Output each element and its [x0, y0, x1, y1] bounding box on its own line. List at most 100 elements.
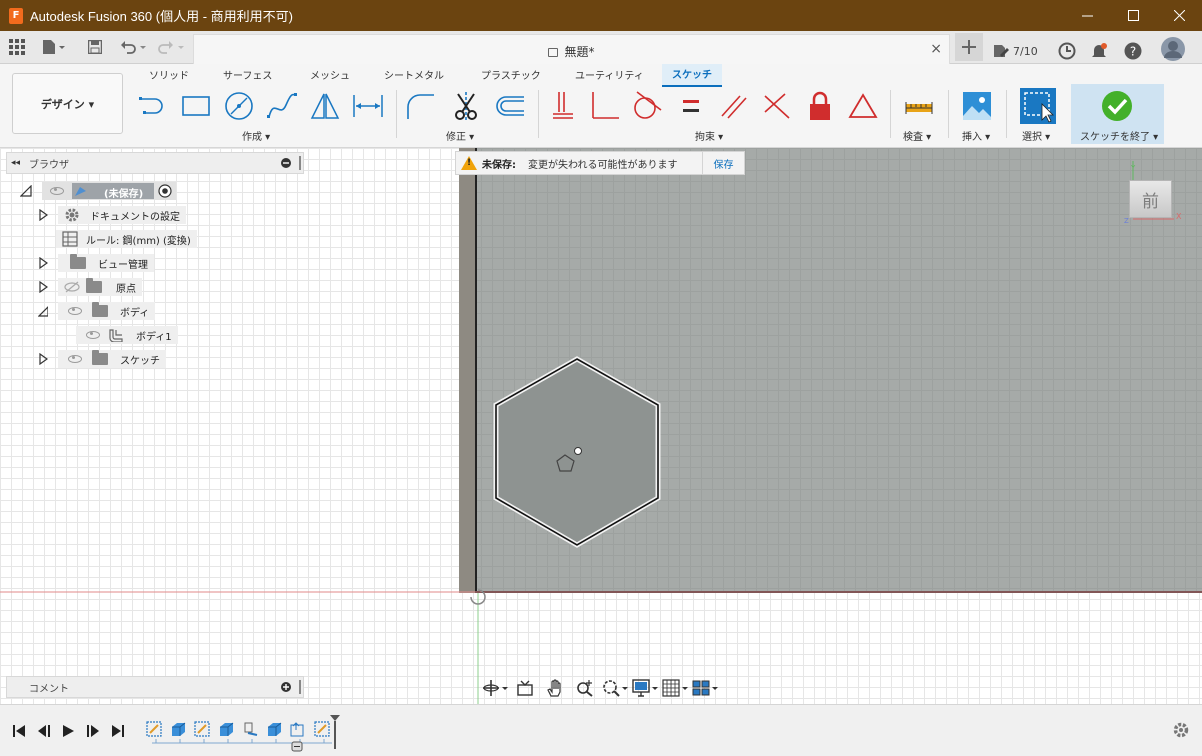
- timeline-extrude-feature-icon[interactable]: [266, 721, 282, 737]
- tangent-constraint-button[interactable]: [630, 90, 664, 122]
- tab-surface[interactable]: サーフェス: [223, 67, 272, 82]
- pan-button[interactable]: [540, 677, 570, 699]
- timeline-go-end-button[interactable]: [108, 721, 128, 741]
- tab-solid[interactable]: ソリッド: [149, 67, 189, 82]
- tree-origin[interactable]: 原点: [38, 277, 142, 297]
- save-button[interactable]: [88, 38, 102, 56]
- collapsed-triangle-icon[interactable]: [38, 257, 48, 269]
- timeline-settings-gear-icon[interactable]: [1172, 721, 1190, 739]
- measure-tool-button[interactable]: [902, 90, 936, 122]
- timeline-plane-feature-icon[interactable]: [242, 721, 258, 737]
- trim-tool-button[interactable]: [449, 90, 483, 122]
- select-tool-button[interactable]: [1019, 88, 1057, 124]
- dimension-tool-button[interactable]: [351, 90, 385, 122]
- expanded-triangle-icon[interactable]: [20, 185, 32, 197]
- modify-menu[interactable]: 修正 ▾: [446, 128, 474, 143]
- tree-document-settings[interactable]: ドキュメントの設定: [38, 205, 186, 225]
- equal-constraint-button[interactable]: [674, 90, 708, 122]
- timeline-sketch-feature-icon[interactable]: [146, 721, 162, 737]
- visibility-eye-icon[interactable]: [68, 307, 82, 315]
- timeline-sketch-feature-icon[interactable]: [194, 721, 210, 737]
- triangle-constraint-button[interactable]: [846, 90, 880, 122]
- collapsed-triangle-icon[interactable]: [38, 353, 48, 365]
- tree-named-views[interactable]: ビュー管理: [38, 253, 154, 273]
- timeline-step-back-button[interactable]: [34, 721, 54, 741]
- orbit-button[interactable]: [480, 677, 510, 699]
- timeline-step-forward-button[interactable]: [83, 721, 103, 741]
- insert-image-button[interactable]: [960, 90, 994, 122]
- timeline-play-button[interactable]: [58, 721, 78, 741]
- help-button[interactable]: ?: [1124, 37, 1142, 65]
- viewports-button[interactable]: [690, 677, 720, 699]
- comments-panel-header[interactable]: コメント: [6, 676, 304, 698]
- expanded-triangle-icon[interactable]: [38, 305, 48, 317]
- timeline-offset-plane-feature-icon[interactable]: [290, 721, 306, 737]
- tree-root[interactable]: (未保存): [20, 181, 176, 201]
- tree-bodies[interactable]: ボディ: [38, 301, 156, 321]
- parallel-constraint-button[interactable]: [717, 90, 751, 122]
- collapsed-triangle-icon[interactable]: [38, 281, 48, 293]
- comments-resize-handle[interactable]: [299, 680, 301, 694]
- visibility-eye-icon[interactable]: [68, 355, 82, 363]
- inspect-menu[interactable]: 検査 ▾: [903, 128, 931, 143]
- finish-sketch-button[interactable]: [1100, 90, 1134, 122]
- horizontal-vertical-constraint-button[interactable]: [546, 90, 580, 122]
- circle-tool-button[interactable]: [222, 90, 256, 122]
- undo-button[interactable]: [120, 38, 148, 56]
- hidden-eye-icon[interactable]: [64, 281, 80, 293]
- close-window-button[interactable]: [1156, 0, 1202, 31]
- display-settings-button[interactable]: [630, 677, 660, 699]
- activate-radio-icon[interactable]: [158, 184, 172, 198]
- file-menu-button[interactable]: [42, 38, 66, 56]
- zoom-button[interactable]: [570, 677, 600, 699]
- grid-snaps-button[interactable]: [660, 677, 690, 699]
- browser-minimize-icon[interactable]: [281, 158, 291, 168]
- finish-sketch-menu[interactable]: スケッチを終了 ▾: [1080, 128, 1158, 143]
- timeline-extrude-feature-icon[interactable]: [170, 721, 186, 737]
- data-panel-button[interactable]: [9, 38, 25, 56]
- fillet-tool-button[interactable]: [404, 90, 438, 122]
- redo-button[interactable]: [158, 38, 186, 56]
- collapsed-triangle-icon[interactable]: [38, 209, 48, 221]
- visibility-eye-icon[interactable]: [86, 331, 100, 339]
- timeline-extrude-feature-icon[interactable]: [218, 721, 234, 737]
- create-menu[interactable]: 作成 ▾: [242, 128, 270, 143]
- new-tab-button[interactable]: [955, 33, 983, 61]
- timeline-go-start-button[interactable]: [9, 721, 29, 741]
- add-comment-icon[interactable]: [281, 682, 291, 692]
- line-tool-button[interactable]: [136, 90, 170, 122]
- select-menu[interactable]: 選択 ▾: [1022, 128, 1050, 143]
- close-tab-button[interactable]: ×: [930, 41, 942, 57]
- history-button[interactable]: [1058, 37, 1076, 65]
- tree-units[interactable]: ルール: 鋼(mm) (変換): [56, 229, 197, 249]
- user-profile-button[interactable]: [1160, 35, 1186, 63]
- timeline-marker-icon[interactable]: [329, 715, 341, 749]
- notifications-button[interactable]: [1090, 37, 1108, 65]
- perpendicular-constraint-button[interactable]: [760, 90, 794, 122]
- tree-body1[interactable]: ボディ1: [76, 325, 178, 345]
- visibility-eye-icon[interactable]: [50, 187, 64, 195]
- tab-sketch[interactable]: スケッチ: [662, 64, 722, 87]
- center-point[interactable]: [574, 447, 582, 455]
- coincident-constraint-button[interactable]: [588, 90, 622, 122]
- constraints-menu[interactable]: 拘束 ▾: [695, 128, 723, 143]
- mirror-tool-button[interactable]: [308, 90, 342, 122]
- document-tab[interactable]: 無題* ×: [193, 34, 950, 64]
- look-at-button[interactable]: [510, 677, 540, 699]
- banner-save-button[interactable]: 保存: [702, 152, 744, 174]
- offset-tool-button[interactable]: [492, 90, 526, 122]
- tab-utilities[interactable]: ユーティリティ: [575, 67, 644, 82]
- maximize-button[interactable]: [1110, 0, 1156, 31]
- tree-sketches[interactable]: スケッチ: [38, 349, 166, 369]
- minimize-button[interactable]: [1064, 0, 1110, 31]
- browser-resize-handle[interactable]: [299, 156, 301, 170]
- job-status-button[interactable]: 7/10: [992, 37, 1038, 65]
- insert-menu[interactable]: 挿入 ▾: [962, 128, 990, 143]
- tab-mesh[interactable]: メッシュ: [310, 67, 350, 82]
- workspace-switcher[interactable]: デザイン ▾: [12, 73, 123, 134]
- timeline-sketch-feature-icon[interactable]: [314, 721, 330, 737]
- fix-constraint-button[interactable]: [803, 90, 837, 122]
- tab-plastic[interactable]: プラスチック: [481, 67, 541, 82]
- rectangle-tool-button[interactable]: [179, 90, 213, 122]
- browser-collapse-button[interactable]: ◂◂: [11, 158, 20, 168]
